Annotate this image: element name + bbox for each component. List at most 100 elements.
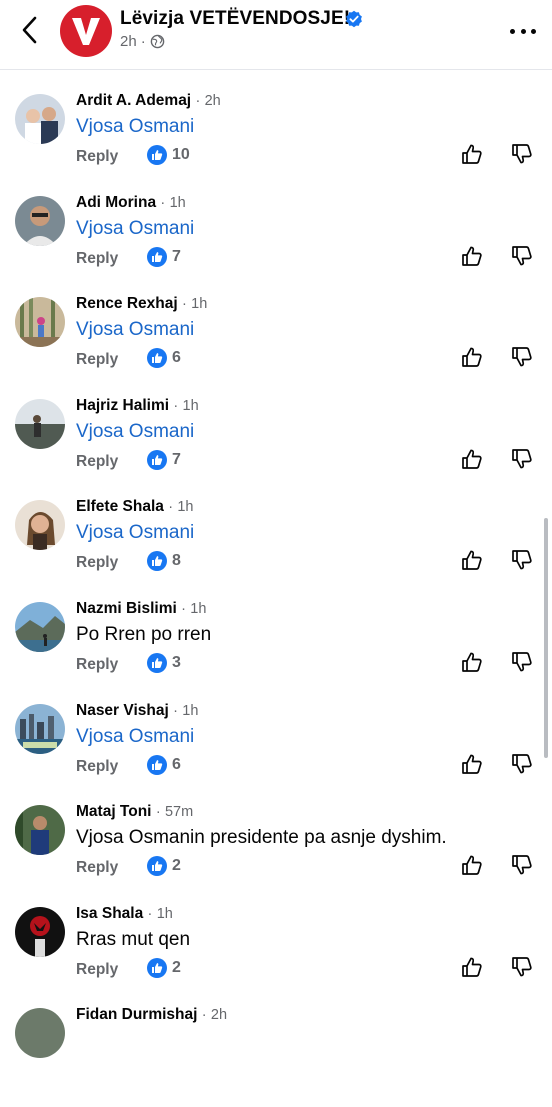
- upvote-button[interactable]: [461, 549, 483, 571]
- commenter-name[interactable]: Ardit A. Ademaj · 2h: [76, 92, 221, 110]
- comment-mention-link[interactable]: Vjosa Osmani: [76, 421, 194, 443]
- like-reaction-badge[interactable]: [147, 755, 167, 775]
- comment-mention-link[interactable]: Vjosa Osmani: [76, 218, 194, 240]
- upvote-button[interactable]: [461, 753, 483, 775]
- like-count[interactable]: 2: [172, 857, 181, 875]
- page-avatar[interactable]: [60, 5, 112, 57]
- thumbs-down-outline-icon: [512, 652, 532, 672]
- upvote-button[interactable]: [461, 346, 483, 368]
- commenter-avatar[interactable]: [15, 1008, 65, 1058]
- commenter-name[interactable]: Isa Shala · 1h: [76, 905, 173, 923]
- meta-separator: ·: [140, 33, 146, 50]
- upvote-button[interactable]: [461, 143, 483, 165]
- commenter-avatar[interactable]: [15, 907, 65, 957]
- like-reaction-badge[interactable]: [147, 653, 167, 673]
- downvote-button[interactable]: [511, 651, 533, 673]
- comment-time-separator: ·: [160, 195, 166, 211]
- like-count[interactable]: 7: [172, 248, 181, 266]
- commenter-name[interactable]: Naser Vishaj · 1h: [76, 702, 198, 720]
- commenter-name-text[interactable]: Naser Vishaj: [76, 702, 169, 719]
- comment-mention-link[interactable]: Vjosa Osmani: [76, 522, 194, 544]
- comment-mention-link[interactable]: Vjosa Osmani: [76, 116, 194, 138]
- commenter-avatar[interactable]: [15, 602, 65, 652]
- commenter-name[interactable]: Fidan Durmishaj · 2h: [76, 1006, 227, 1024]
- commenter-name-text[interactable]: Fidan Durmishaj: [76, 1006, 197, 1023]
- commenter-name-text[interactable]: Nazmi Bislimi: [76, 600, 177, 617]
- downvote-button[interactable]: [511, 448, 533, 470]
- comment-time-separator: ·: [168, 499, 174, 515]
- like-count[interactable]: 6: [172, 349, 181, 367]
- downvote-button[interactable]: [511, 956, 533, 978]
- comment-item: Isa Shala · 1h Rras mut qen Reply 2: [0, 905, 552, 1006]
- comment-mention-link[interactable]: Vjosa Osmani: [76, 319, 194, 341]
- commenter-name-text[interactable]: Ardit A. Ademaj: [76, 92, 191, 109]
- upvote-button[interactable]: [461, 651, 483, 673]
- commenter-name-text[interactable]: Adi Morina: [76, 194, 156, 211]
- upvote-button[interactable]: [461, 245, 483, 267]
- commenter-name[interactable]: Hajriz Halimi · 1h: [76, 397, 199, 415]
- commenter-avatar[interactable]: [15, 94, 65, 144]
- downvote-button[interactable]: [511, 549, 533, 571]
- downvote-button[interactable]: [511, 143, 533, 165]
- commenter-avatar[interactable]: [15, 399, 65, 449]
- like-reaction-badge[interactable]: [147, 856, 167, 876]
- commenter-name-text[interactable]: Rence Rexhaj: [76, 295, 178, 312]
- more-options-button[interactable]: [510, 26, 536, 36]
- like-reaction-badge[interactable]: [147, 145, 167, 165]
- thumbs-up-outline-icon: [462, 246, 482, 266]
- comment-time-separator: ·: [155, 804, 161, 820]
- thumbs-down-outline-icon: [512, 144, 532, 164]
- like-count[interactable]: 7: [172, 451, 181, 469]
- commenter-avatar[interactable]: [15, 805, 65, 855]
- like-count[interactable]: 8: [172, 552, 181, 570]
- comment-item: Naser Vishaj · 1h Vjosa Osmani Reply 6: [0, 702, 552, 803]
- commenter-name[interactable]: Nazmi Bislimi · 1h: [76, 600, 206, 618]
- like-reaction-badge[interactable]: [147, 247, 167, 267]
- upvote-button[interactable]: [461, 956, 483, 978]
- page-title[interactable]: Lëvizja VETËVENDOSJE!: [120, 8, 350, 30]
- like-count[interactable]: 2: [172, 959, 181, 977]
- like-reaction-badge[interactable]: [147, 348, 167, 368]
- reply-button[interactable]: Reply: [76, 961, 118, 979]
- upvote-button[interactable]: [461, 448, 483, 470]
- reply-button[interactable]: Reply: [76, 148, 118, 166]
- scrollbar[interactable]: [544, 518, 548, 758]
- commenter-avatar[interactable]: [15, 196, 65, 246]
- like-reaction-badge[interactable]: [147, 450, 167, 470]
- thumbs-up-badge-icon: [152, 760, 163, 770]
- commenter-avatar[interactable]: [15, 500, 65, 550]
- commenter-name[interactable]: Rence Rexhaj · 1h: [76, 295, 207, 313]
- commenter-name[interactable]: Elfete Shala · 1h: [76, 498, 193, 516]
- like-count[interactable]: 3: [172, 654, 181, 672]
- upvote-button[interactable]: [461, 854, 483, 876]
- commenter-name[interactable]: Mataj Toni · 57m: [76, 803, 193, 821]
- reply-button[interactable]: Reply: [76, 656, 118, 674]
- reply-button[interactable]: Reply: [76, 554, 118, 572]
- commenter-name-text[interactable]: Isa Shala: [76, 905, 143, 922]
- like-reaction-badge[interactable]: [147, 551, 167, 571]
- downvote-button[interactable]: [511, 753, 533, 775]
- reply-button[interactable]: Reply: [76, 250, 118, 268]
- commenter-avatar[interactable]: [15, 297, 65, 347]
- reply-button[interactable]: Reply: [76, 758, 118, 776]
- downvote-button[interactable]: [511, 245, 533, 267]
- comment-time: 1h: [169, 195, 186, 211]
- like-count[interactable]: 10: [172, 146, 190, 164]
- commenter-name[interactable]: Adi Morina · 1h: [76, 194, 186, 212]
- downvote-button[interactable]: [511, 346, 533, 368]
- reply-button[interactable]: Reply: [76, 351, 118, 369]
- comment-mention-link[interactable]: Vjosa Osmani: [76, 726, 194, 748]
- more-options-icon: [510, 28, 515, 34]
- commenter-name-text[interactable]: Mataj Toni: [76, 803, 152, 820]
- commenter-avatar[interactable]: [15, 704, 65, 754]
- reply-button[interactable]: Reply: [76, 859, 118, 877]
- reply-button[interactable]: Reply: [76, 453, 118, 471]
- comment-time: 1h: [190, 601, 207, 617]
- top-bar: Lëvizja VETËVENDOSJE! 2h ·: [0, 0, 552, 70]
- back-button[interactable]: [16, 14, 44, 46]
- commenter-name-text[interactable]: Elfete Shala: [76, 498, 164, 515]
- commenter-name-text[interactable]: Hajriz Halimi: [76, 397, 169, 414]
- like-reaction-badge[interactable]: [147, 958, 167, 978]
- like-count[interactable]: 6: [172, 756, 181, 774]
- downvote-button[interactable]: [511, 854, 533, 876]
